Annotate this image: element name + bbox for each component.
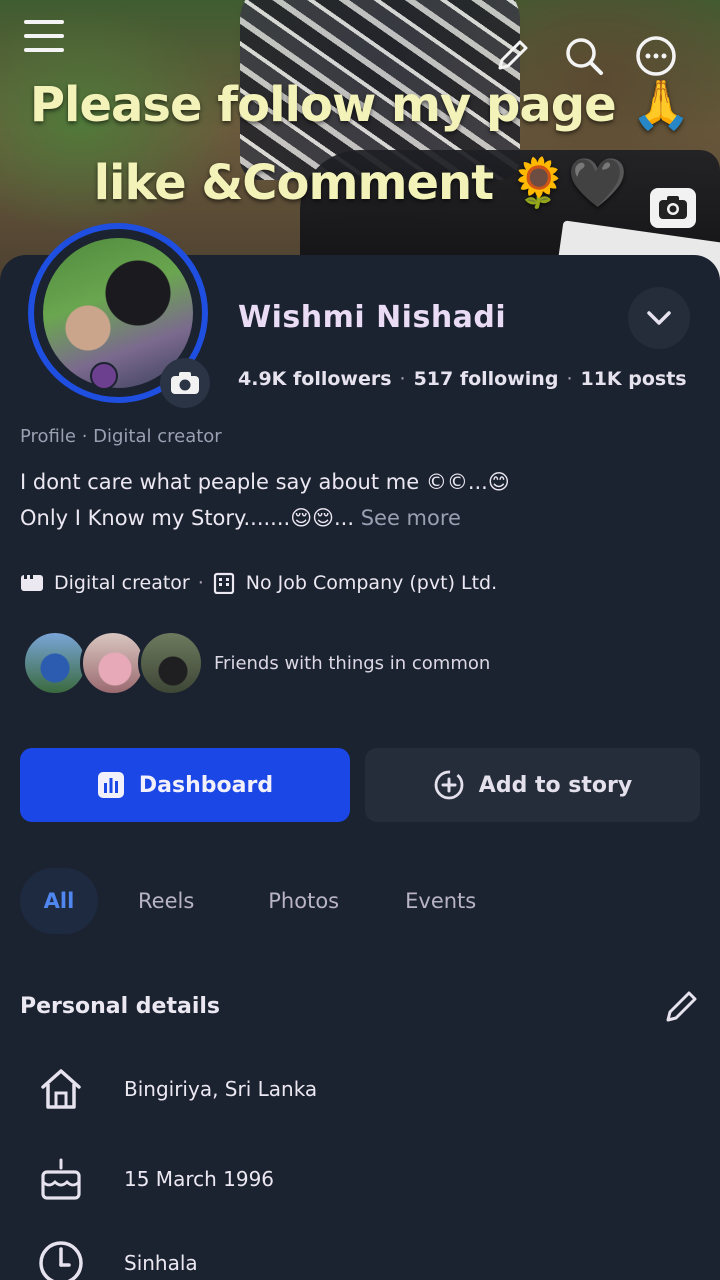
edit-avatar-camera-icon[interactable] [160, 358, 210, 408]
friend-avatar [138, 630, 204, 696]
mutual-friends-row[interactable]: Friends with things in common [22, 630, 490, 696]
dashboard-button[interactable]: Dashboard [20, 748, 350, 822]
edit-cover-camera-icon[interactable] [650, 188, 696, 228]
tab-all[interactable]: All [20, 868, 98, 934]
friend-avatar [22, 630, 88, 696]
add-story-icon [433, 769, 465, 801]
detail-location: Bingiriya, Sri Lanka [36, 1064, 317, 1114]
add-story-label: Add to story [478, 772, 633, 798]
edit-details-pencil-icon[interactable] [660, 986, 702, 1028]
add-to-story-button[interactable]: Add to story [365, 748, 700, 822]
following-count[interactable]: 517 following [414, 368, 559, 390]
personal-details-title: Personal details [20, 994, 221, 1019]
tab-photos[interactable]: Photos [268, 868, 339, 934]
profile-info-line: Digital creator · No Job Company (pvt) L… [20, 572, 497, 594]
info-creator: Digital creator [54, 572, 190, 594]
detail-location-text: Bingiriya, Sri Lanka [124, 1077, 318, 1101]
creator-icon [20, 573, 44, 593]
detail-birthday: 15 March 1996 [36, 1154, 274, 1204]
more-icon[interactable] [630, 30, 682, 82]
profile-stats: 4.9K followers · 517 following · 11K posts [238, 368, 687, 390]
posts-count: 11K posts [580, 368, 687, 390]
birthday-cake-icon [36, 1154, 86, 1204]
profile-category: Profile · Digital creator [20, 426, 222, 447]
dashboard-label: Dashboard [138, 772, 274, 798]
friends-text: Friends with things in common [214, 652, 491, 674]
see-more-link[interactable]: See more [361, 506, 461, 530]
profile-switch-button[interactable] [628, 287, 690, 349]
chevron-down-icon [647, 311, 671, 325]
tab-events[interactable]: Events [405, 868, 476, 934]
overlay-caption-line2: like &Comment 🌻🖤 [93, 155, 628, 211]
profile-name: Wishmi Nishadi [238, 300, 507, 335]
search-icon[interactable] [558, 30, 610, 82]
overlay-caption-line1: Please follow my page 🙏 [29, 77, 691, 133]
dashboard-chart-icon [97, 771, 125, 799]
detail-language-text: Sinhala [124, 1251, 198, 1275]
info-company[interactable]: No Job Company (pvt) Ltd. [246, 572, 497, 594]
detail-language: Sinhala [36, 1238, 198, 1280]
home-icon [36, 1064, 86, 1114]
company-building-icon [212, 572, 236, 594]
edit-pencil-icon[interactable] [486, 30, 538, 82]
language-icon [36, 1238, 86, 1280]
tab-reels[interactable]: Reels [138, 868, 194, 934]
friend-avatar [80, 630, 146, 696]
avatar-badge-icon [90, 362, 118, 390]
bio-line-2: Only I Know my Story.......😌😌... See mor… [20, 506, 461, 530]
followers-count[interactable]: 4.9K followers [238, 368, 392, 390]
menu-icon[interactable] [18, 10, 70, 62]
bio-line-1: I dont care what peaple say about me ©©.… [20, 470, 510, 494]
bio-line-2-text: Only I Know my Story.......😌😌... [20, 506, 355, 530]
content-tabs: All Reels Photos Events [20, 868, 476, 934]
detail-birthday-text: 15 March 1996 [124, 1167, 275, 1191]
